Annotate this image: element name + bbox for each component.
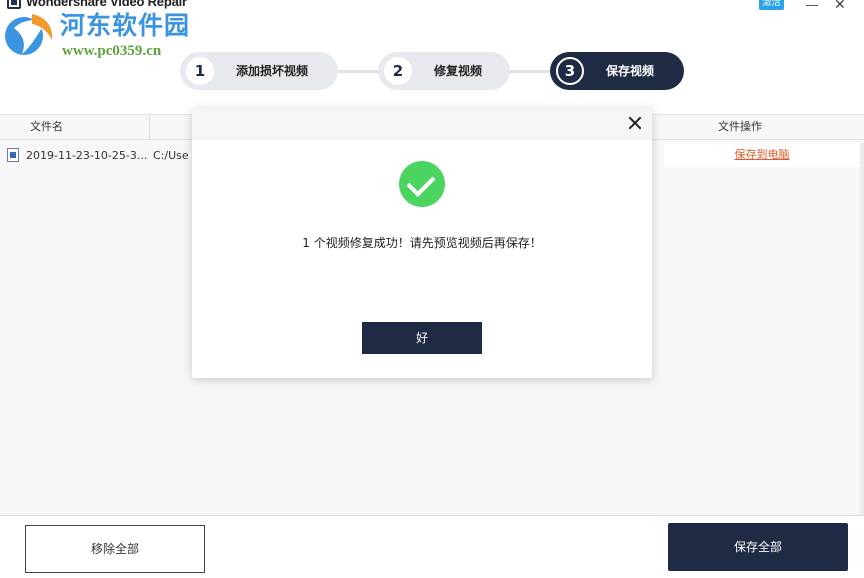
save-to-computer-link[interactable]: 保存到电脑 [664, 143, 860, 167]
file-path-cell: C:/Use [153, 149, 189, 162]
save-all-button[interactable]: 保存全部 [668, 523, 848, 571]
dialog-header [192, 108, 652, 140]
step-number: 3 [556, 57, 584, 85]
step-label: 修复视频 [434, 64, 483, 78]
column-header-file-action: 文件操作 [718, 115, 762, 139]
minimize-icon[interactable] [806, 5, 818, 6]
window-close-icon[interactable]: ✕ [834, 0, 846, 12]
step-label: 添加损坏视频 [236, 64, 309, 78]
step-number: 2 [384, 57, 412, 85]
step-repair-video: 2 修复视频 [378, 52, 510, 90]
step-save-video: 3 保存视频 [550, 52, 684, 90]
step-label: 保存视频 [606, 64, 655, 78]
watermark-title: 河东软件园 [60, 11, 191, 40]
check-circle-icon [399, 161, 445, 207]
watermark-logo-icon [5, 14, 53, 55]
step-add-damaged-video: 1 添加损坏视频 [180, 52, 338, 90]
scrollbar[interactable] [860, 143, 864, 515]
video-file-icon [7, 148, 19, 162]
step-connector [510, 70, 552, 73]
file-name-cell: 2019-11-23-10-25-3... [26, 149, 148, 162]
column-header-filename: 文件名 [30, 115, 63, 139]
activate-button[interactable]: 激活 [759, 0, 784, 10]
dialog-message: 1 个视频修复成功！请先预览视频后再保存！ [302, 236, 542, 250]
step-connector [336, 70, 378, 73]
divider [0, 515, 864, 516]
watermark-url: www.pc0359.cn [62, 43, 162, 59]
remove-all-button[interactable]: 移除全部 [25, 525, 205, 573]
step-number: 1 [186, 57, 214, 85]
column-separator [149, 115, 150, 139]
success-dialog: 1 个视频修复成功！请先预览视频后再保存！ 好 [192, 108, 652, 378]
close-icon[interactable] [628, 116, 642, 130]
file-action-cell: 保存到电脑 [664, 143, 860, 167]
ok-button[interactable]: 好 [362, 322, 482, 354]
